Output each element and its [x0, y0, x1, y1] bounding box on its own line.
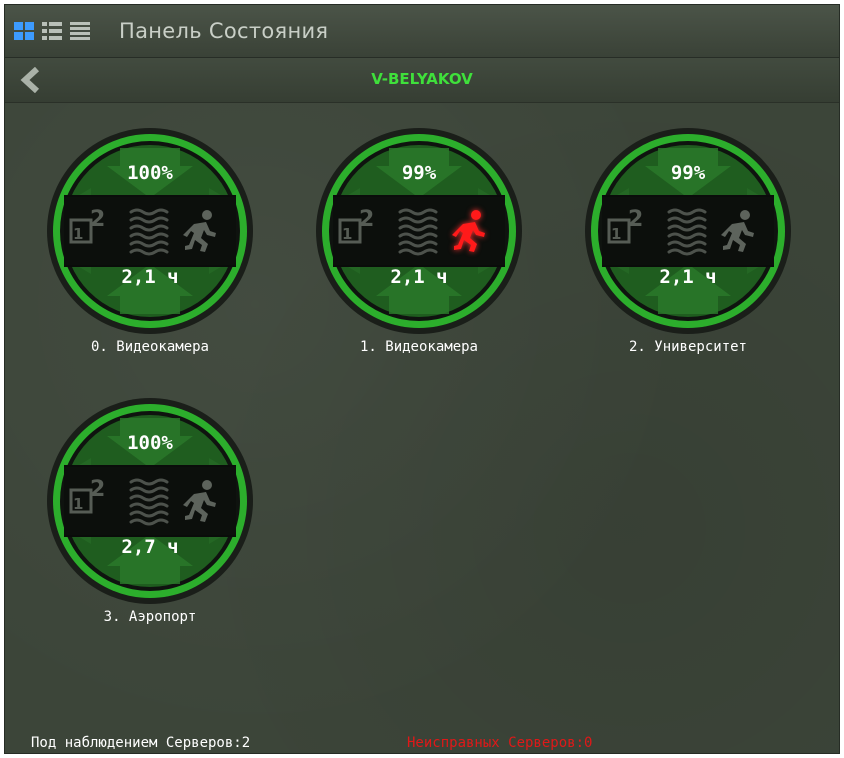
camera-label: 1. Видеокамера [359, 339, 478, 355]
title-bar: Панель Состояния [5, 5, 839, 58]
camera-tile[interactable]: 100% 2,1 ч 0. Видеокамера [45, 126, 255, 376]
camera-status-dial [45, 396, 255, 606]
camera-status-dial [583, 126, 793, 336]
camera-label: 2. Университет [628, 339, 747, 355]
archive-depth: 2,7 ч [121, 536, 179, 558]
server-name: V-BELYAKOV [371, 70, 473, 88]
camera-status-dial [45, 126, 255, 336]
server-bar: V-BELYAKOV [5, 58, 839, 103]
faulty-servers-count: Неисправных Серверов:0 [407, 735, 593, 751]
view-mode-switcher [13, 21, 91, 41]
camera-label: 3. Аэропорт [103, 609, 197, 625]
uptime-percent: 99% [401, 162, 437, 184]
tiles-icon[interactable] [13, 21, 35, 41]
uptime-percent: 99% [670, 162, 706, 184]
camera-tile[interactable]: 99% 2,1 ч 1. Видеокамера [314, 126, 524, 376]
archive-depth: 2,1 ч [121, 266, 179, 288]
uptime-percent: 100% [127, 162, 173, 184]
camera-tile[interactable]: 100% 2,7 ч 3. Аэропорт [45, 396, 255, 646]
list-icon[interactable] [41, 21, 63, 41]
camera-tile[interactable]: 99% 2,1 ч 2. Университет [583, 126, 793, 376]
camera-label: 0. Видеокамера [90, 339, 209, 355]
status-panel: Панель Состояния V-BELYAKOV 100% 2,1 ч 0… [4, 4, 840, 754]
panel-title: Панель Состояния [119, 19, 329, 43]
monitored-servers-count: Под наблюдением Серверов:2 [31, 735, 251, 751]
uptime-percent: 100% [127, 432, 173, 454]
camera-status-dial [314, 126, 524, 336]
archive-depth: 2,1 ч [659, 266, 717, 288]
details-icon[interactable] [69, 21, 91, 41]
archive-depth: 2,1 ч [390, 266, 448, 288]
